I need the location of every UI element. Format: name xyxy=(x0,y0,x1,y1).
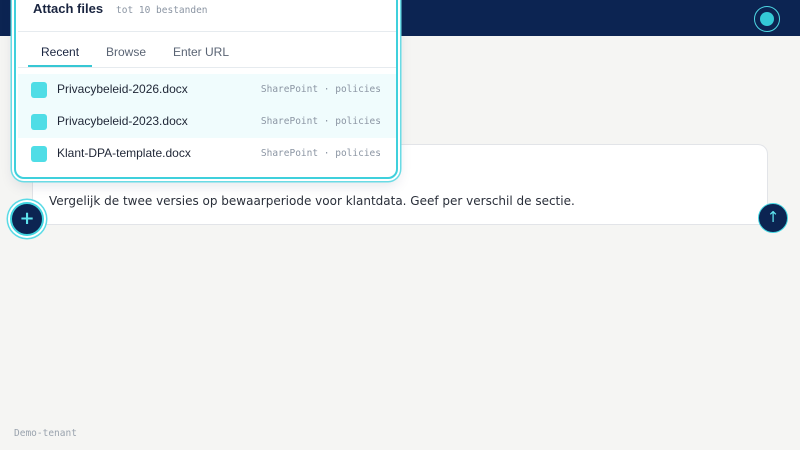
tab-browse[interactable]: Browse xyxy=(106,45,146,59)
file-row[interactable]: Privacybeleid-2023.docx SharePoint · pol… xyxy=(18,106,396,138)
send-button[interactable]: ↑ xyxy=(758,203,788,233)
file-row[interactable]: Klant-DPA-template.docx SharePoint · pol… xyxy=(18,138,396,170)
file-source: SharePoint · policies xyxy=(260,84,381,95)
arrow-up-icon: ↑ xyxy=(766,208,780,226)
file-row[interactable]: Privacybeleid-2026.docx SharePoint · pol… xyxy=(18,74,396,106)
file-name: Privacybeleid-2023.docx xyxy=(57,114,188,128)
divider xyxy=(18,31,396,32)
tab-enter-url[interactable]: Enter URL xyxy=(173,45,229,59)
document-icon xyxy=(31,146,47,162)
attach-files-popup: Attach files tot 10 bestanden Recent Bro… xyxy=(14,0,398,179)
popup-subtitle: tot 10 bestanden xyxy=(116,5,208,16)
file-source: SharePoint · policies xyxy=(260,116,381,127)
document-icon xyxy=(31,114,47,130)
status-dot-icon[interactable] xyxy=(754,6,780,32)
file-name: Klant-DPA-template.docx xyxy=(57,146,191,160)
prompt-text[interactable]: Vergelijk de twee versies op bewaarperio… xyxy=(49,194,575,208)
tab-recent[interactable]: Recent xyxy=(41,45,79,59)
document-icon xyxy=(31,82,47,98)
add-attachment-button[interactable]: + xyxy=(10,202,44,236)
file-source: SharePoint · policies xyxy=(260,148,381,159)
plus-icon: + xyxy=(19,208,35,229)
file-name: Privacybeleid-2026.docx xyxy=(57,82,188,96)
divider xyxy=(18,67,396,68)
popup-title: Attach files xyxy=(33,1,104,16)
tenant-label: Demo-tenant xyxy=(14,428,77,439)
